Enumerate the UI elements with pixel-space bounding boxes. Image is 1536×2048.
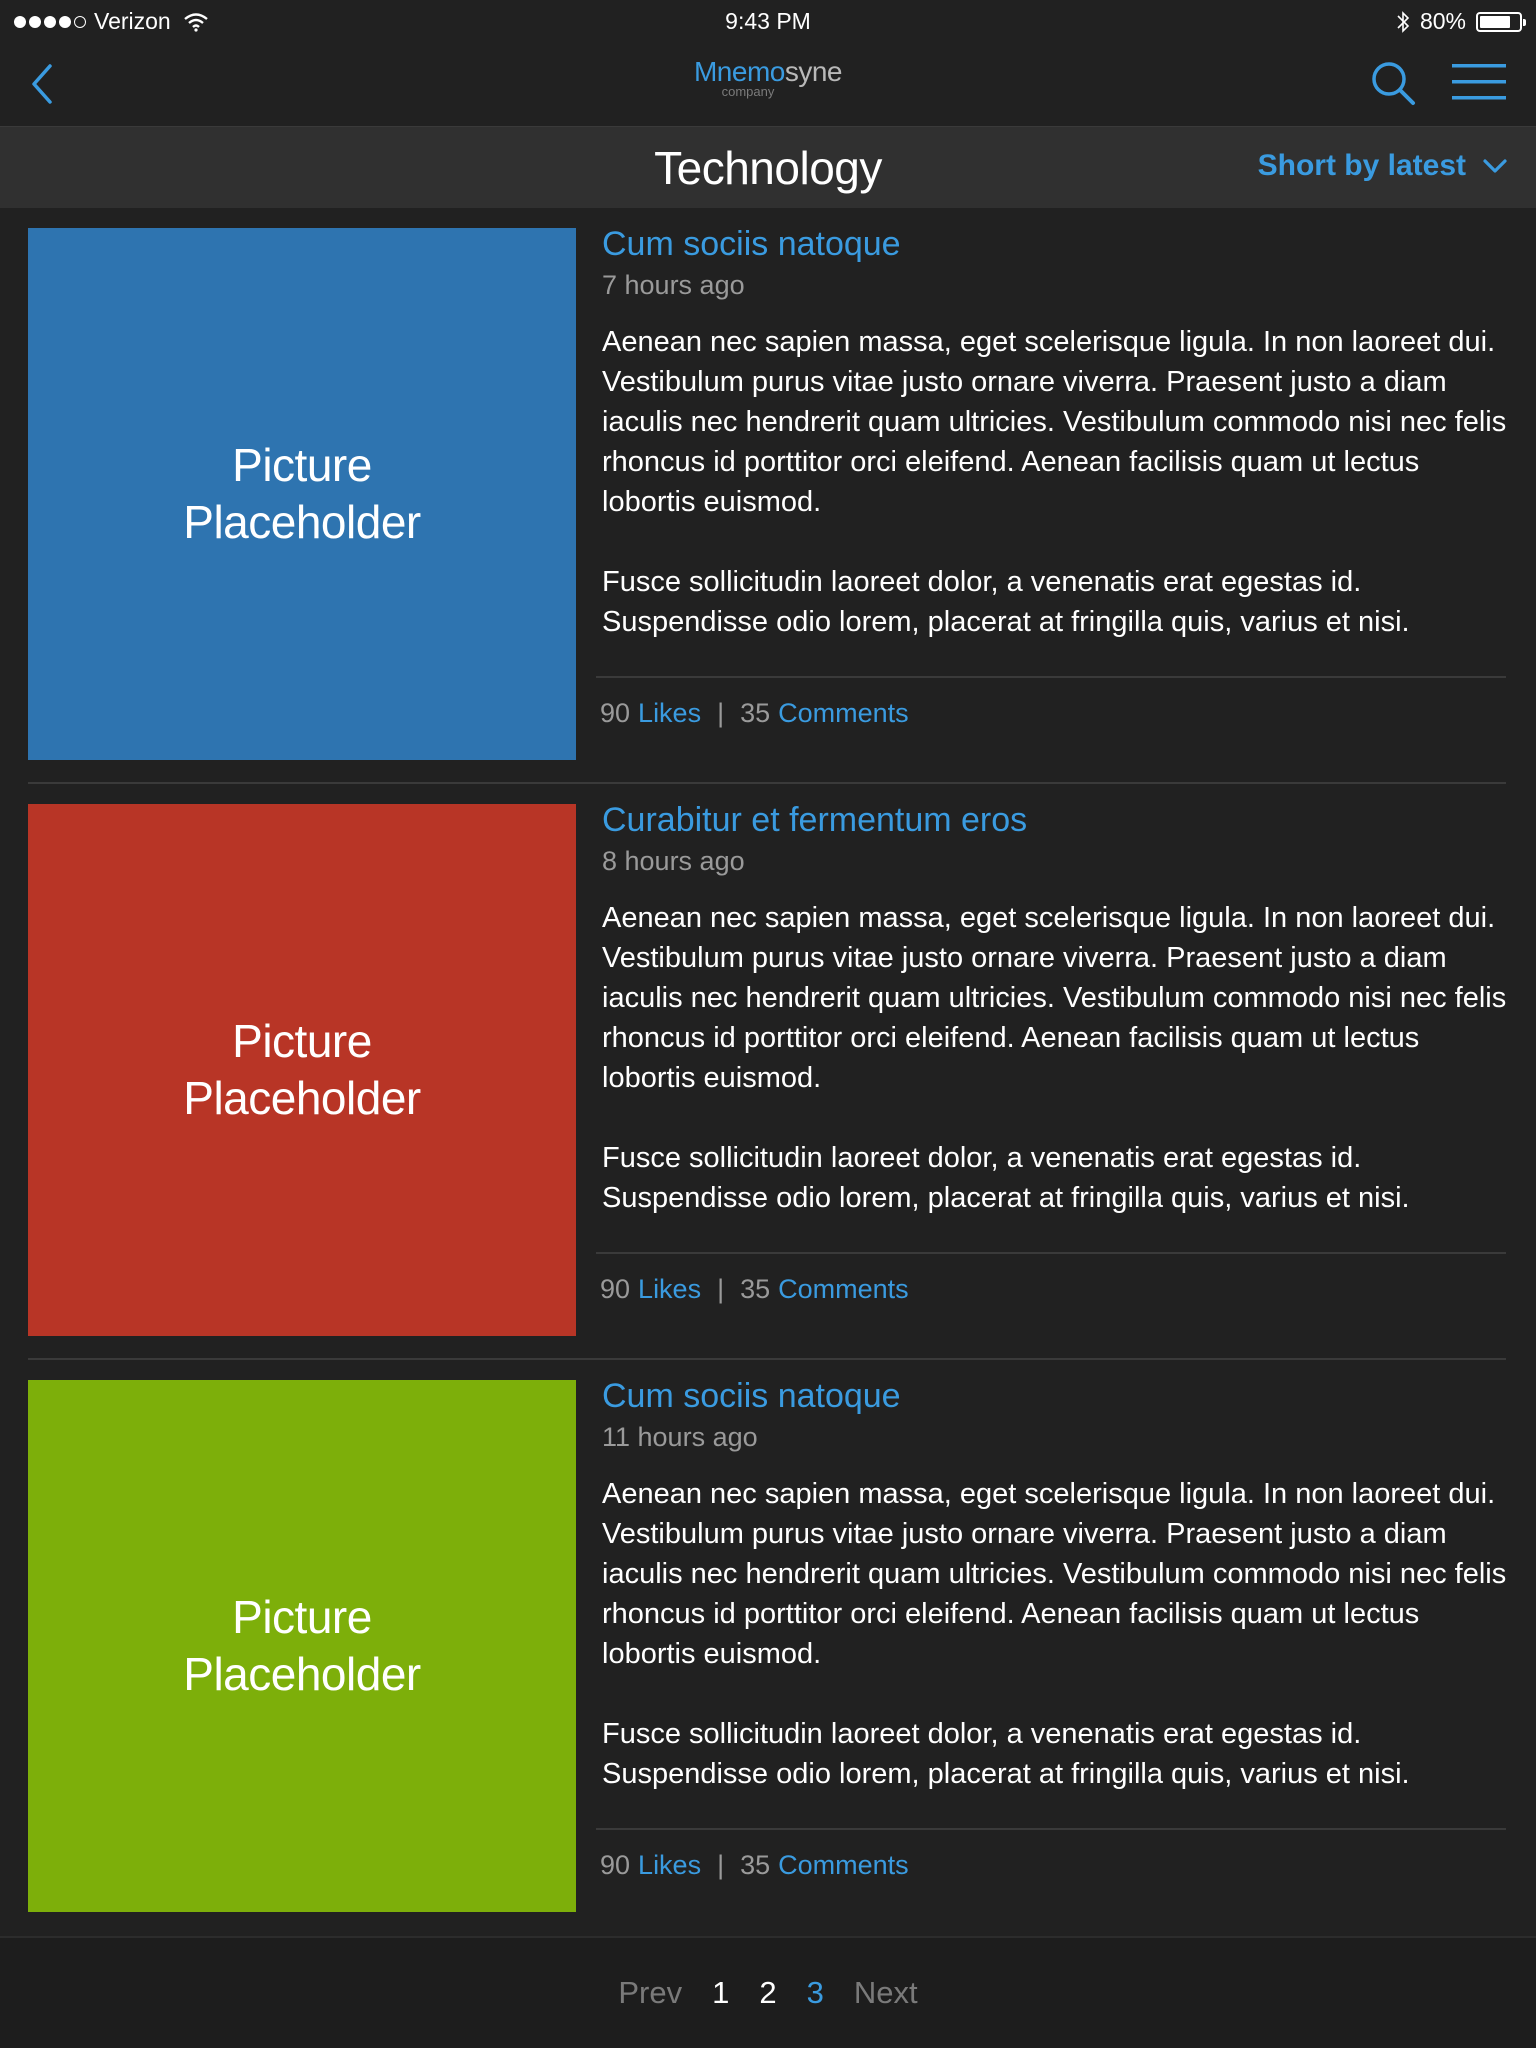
post-item: Picture Placeholder Cum sociis natoque 7… <box>0 208 1536 784</box>
picture-label: Picture Placeholder <box>183 437 421 551</box>
post-title-link[interactable]: Cum sociis natoque <box>602 222 1508 266</box>
post-content: Cum sociis natoque 11 hours ago Aenean n… <box>602 1374 1508 1794</box>
search-icon[interactable] <box>1368 58 1418 108</box>
post-list: Picture Placeholder Cum sociis natoque 7… <box>0 208 1536 1936</box>
likes-link[interactable]: Likes <box>638 1274 701 1305</box>
pagination: Prev 1 2 3 Next <box>0 1936 1536 2048</box>
logo-part2: syne <box>784 56 843 87</box>
comments-link[interactable]: Comments <box>778 1274 909 1305</box>
post-body: Aenean nec sapien massa, eget scelerisqu… <box>602 322 1508 642</box>
post-body-paragraph: Fusce sollicitudin laoreet dolor, a vene… <box>602 1142 1410 1214</box>
battery-percent: 80% <box>1419 8 1466 34</box>
post-meta: 90 Likes | 35 Comments <box>600 1850 909 1881</box>
nav-bar: Mnemosyne company <box>0 44 1536 126</box>
picture-label-line2: Placeholder <box>183 1648 421 1700</box>
chevron-down-icon <box>1483 159 1507 173</box>
post-meta: 90 Likes | 35 Comments <box>600 698 909 729</box>
post-meta: 90 Likes | 35 Comments <box>600 1274 909 1305</box>
picture-label-line1: Picture <box>232 1015 372 1067</box>
meta-separator: | <box>717 1850 725 1880</box>
post-body: Aenean nec sapien massa, eget scelerisqu… <box>602 1474 1508 1794</box>
status-time: 9:43 PM <box>725 8 811 34</box>
picture-label: Picture Placeholder <box>183 1013 421 1127</box>
picture-label: Picture Placeholder <box>183 1589 421 1703</box>
comments-count: 35 <box>740 1274 771 1304</box>
status-bar: Verizon 9:43 PM 80% <box>0 0 1536 44</box>
meta-divider <box>596 676 1506 678</box>
post-timestamp: 7 hours ago <box>602 270 745 300</box>
post-content: Cum sociis natoque 7 hours ago Aenean ne… <box>602 222 1508 642</box>
picture-placeholder[interactable]: Picture Placeholder <box>28 228 576 760</box>
post-body-paragraph: Aenean nec sapien massa, eget scelerisqu… <box>602 902 1507 1094</box>
page-link-1[interactable]: 1 <box>697 1975 744 2011</box>
comments-link[interactable]: Comments <box>778 698 909 729</box>
picture-label-line1: Picture <box>232 1591 372 1643</box>
likes-count: 90 <box>600 1274 631 1304</box>
post-body-paragraph: Aenean nec sapien massa, eget scelerisqu… <box>602 1478 1507 1670</box>
sort-label: Short by latest <box>1257 149 1466 182</box>
post-body-paragraph: Fusce sollicitudin laoreet dolor, a vene… <box>602 566 1410 638</box>
picture-label-line2: Placeholder <box>183 496 421 548</box>
next-page-link[interactable]: Next <box>839 1975 933 2011</box>
meta-divider <box>596 1828 1506 1830</box>
post-body-paragraph: Aenean nec sapien massa, eget scelerisqu… <box>602 326 1507 518</box>
picture-placeholder[interactable]: Picture Placeholder <box>28 804 576 1336</box>
prev-page-link[interactable]: Prev <box>603 1975 697 2011</box>
post-timestamp: 11 hours ago <box>602 1422 758 1452</box>
comments-count: 35 <box>740 698 771 728</box>
sort-dropdown[interactable]: Short by latest <box>1258 149 1508 183</box>
post-item: Picture Placeholder Curabitur et ferment… <box>0 784 1536 1360</box>
picture-label-line2: Placeholder <box>183 1072 421 1124</box>
meta-separator: | <box>717 1274 725 1304</box>
page-link-2[interactable]: 2 <box>744 1975 791 2011</box>
battery-icon <box>1476 11 1526 32</box>
category-bar: Technology Short by latest <box>0 126 1536 208</box>
post-body-paragraph: Fusce sollicitudin laoreet dolor, a vene… <box>602 1718 1410 1790</box>
page-link-3-current[interactable]: 3 <box>792 1975 839 2011</box>
post-item: Picture Placeholder Cum sociis natoque 1… <box>0 1360 1536 1936</box>
logo-subtitle: company <box>721 84 775 99</box>
picture-label-line1: Picture <box>232 439 372 491</box>
picture-placeholder[interactable]: Picture Placeholder <box>28 1380 576 1912</box>
post-title-link[interactable]: Curabitur et fermentum eros <box>602 798 1508 842</box>
meta-separator: | <box>717 698 725 728</box>
comments-count: 35 <box>740 1850 771 1880</box>
status-right: 80% <box>1396 8 1526 35</box>
likes-count: 90 <box>600 1850 631 1880</box>
comments-link[interactable]: Comments <box>778 1850 909 1881</box>
likes-link[interactable]: Likes <box>638 1850 701 1881</box>
hamburger-menu-icon[interactable] <box>1452 60 1506 104</box>
likes-count: 90 <box>600 698 631 728</box>
post-body: Aenean nec sapien massa, eget scelerisqu… <box>602 898 1508 1218</box>
likes-link[interactable]: Likes <box>638 698 701 729</box>
logo-part1: Mnemo <box>693 56 785 87</box>
post-timestamp: 8 hours ago <box>602 846 745 876</box>
post-title-link[interactable]: Cum sociis natoque <box>602 1374 1508 1418</box>
bluetooth-icon <box>1397 10 1410 33</box>
meta-divider <box>596 1252 1506 1254</box>
post-content: Curabitur et fermentum eros 8 hours ago … <box>602 798 1508 1218</box>
battery-fill <box>1480 15 1511 28</box>
brand-logo: Mnemosyne company <box>0 56 1536 99</box>
